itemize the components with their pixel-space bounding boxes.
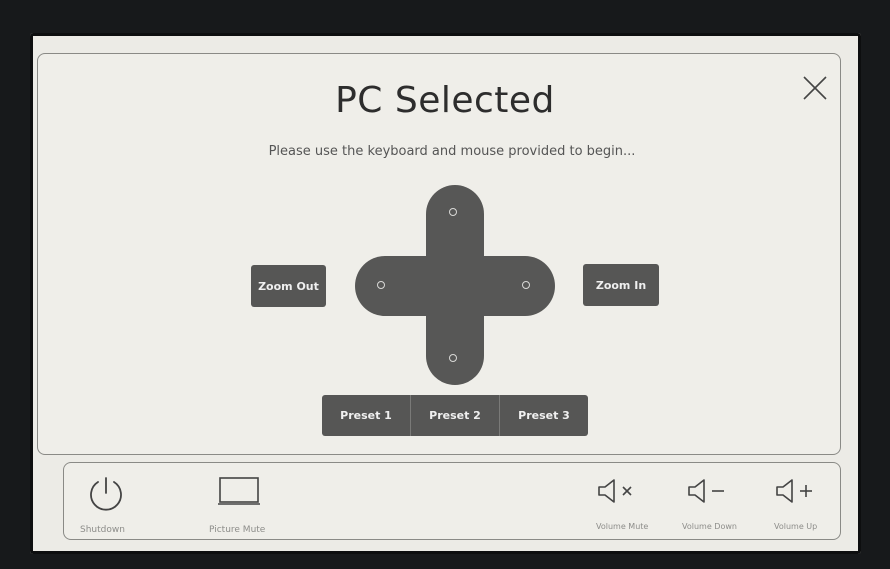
volume-mute-button[interactable]: Volume Mute [590,470,650,538]
zoom-in-button[interactable]: Zoom In [583,264,659,306]
picture-mute-label: Picture Mute [209,525,266,535]
shutdown-label: Shutdown [80,525,125,535]
dpad-down-button[interactable] [449,354,457,362]
volume-up-button[interactable]: Volume Up [768,470,828,538]
picture-mute-button[interactable]: Picture Mute [205,470,277,538]
volume-mute-label: Volume Mute [596,522,649,531]
speaker-up-icon [776,479,812,503]
shutdown-button[interactable]: Shutdown [76,470,146,538]
volume-down-button[interactable]: Volume Down [680,470,740,538]
volume-down-label: Volume Down [682,522,737,531]
close-icon[interactable] [800,73,830,103]
page-subtitle: Please use the keyboard and mouse provid… [268,144,636,159]
preset-1-button[interactable]: Preset 1 [322,395,410,436]
page-title: PC Selected [335,80,555,121]
speaker-mute-icon [598,479,632,503]
zoom-out-button[interactable]: Zoom Out [251,265,326,307]
preset-button-group: Preset 1 Preset 2 Preset 3 [322,395,588,436]
speaker-down-icon [688,479,724,503]
power-icon [90,477,122,511]
preset-3-button[interactable]: Preset 3 [499,395,588,436]
dpad-up-button[interactable] [449,208,457,216]
preset-2-button[interactable]: Preset 2 [410,395,499,436]
volume-up-label: Volume Up [774,522,818,531]
dpad-right-button[interactable] [522,281,530,289]
monitor-icon [218,477,260,505]
dpad-left-button[interactable] [377,281,385,289]
